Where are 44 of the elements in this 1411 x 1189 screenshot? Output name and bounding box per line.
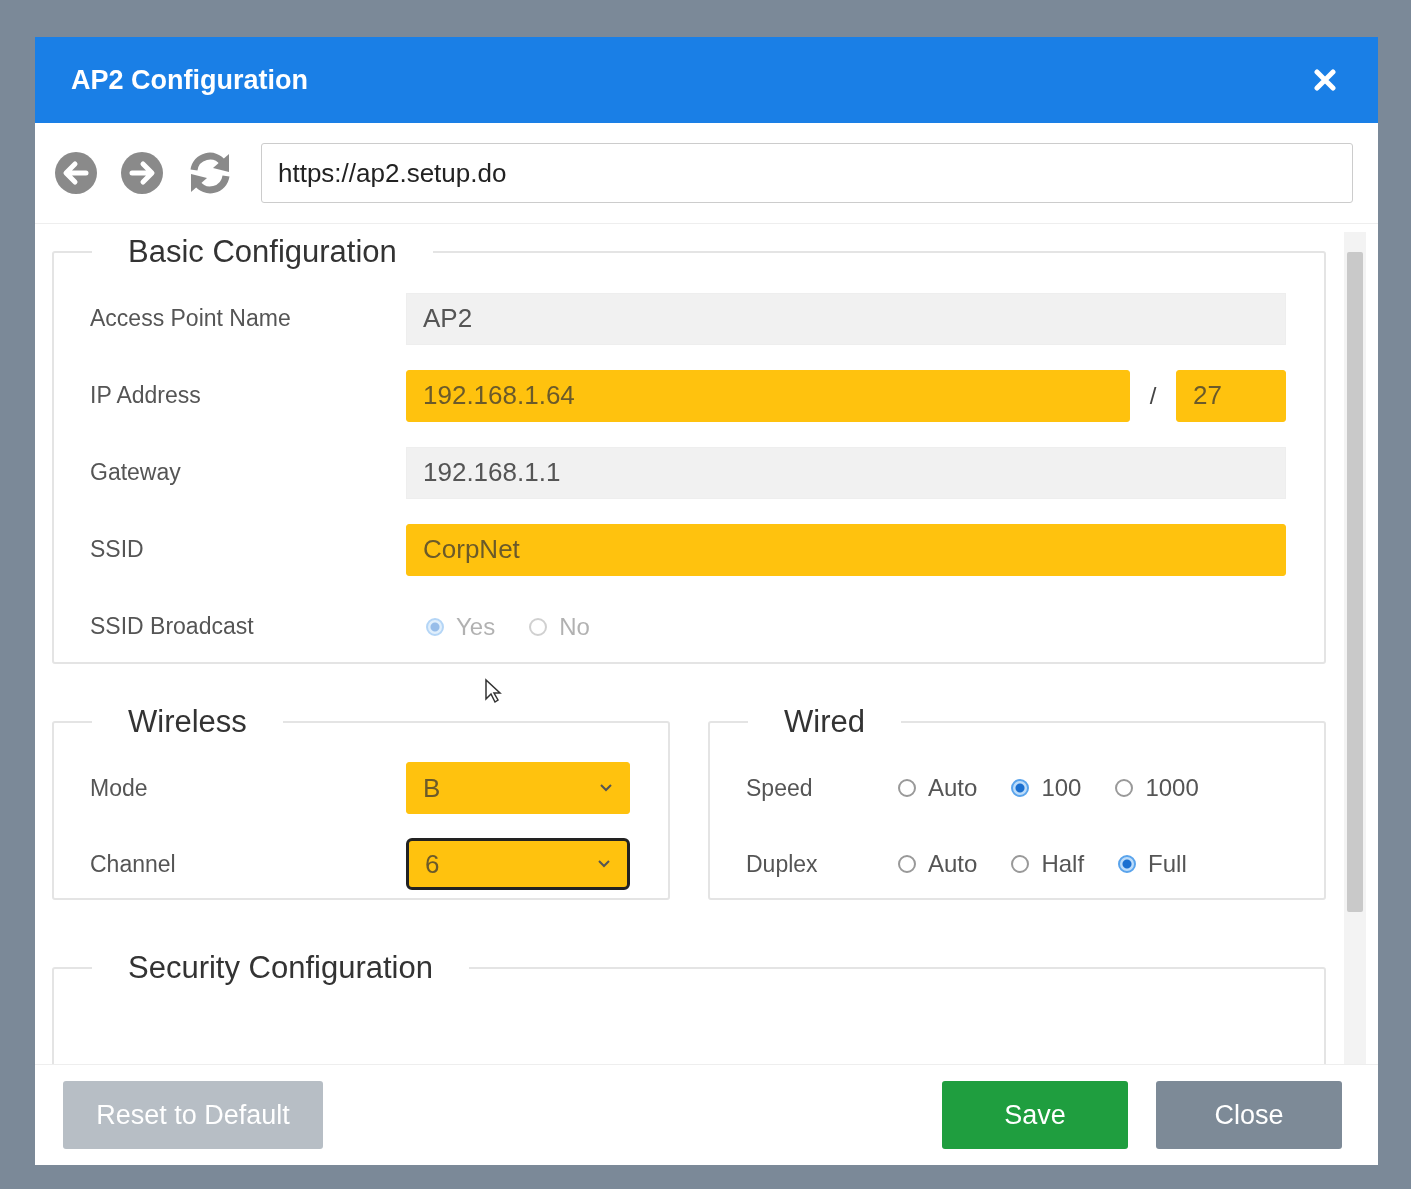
radio-label: Yes bbox=[456, 612, 496, 641]
cursor-icon bbox=[484, 678, 502, 704]
forward-icon[interactable] bbox=[119, 150, 165, 196]
section-title: Basic Configuration bbox=[127, 234, 398, 270]
dialog-button[interactable]: Close bbox=[1156, 1081, 1342, 1149]
radio-label: Auto bbox=[928, 850, 978, 878]
dialog-button[interactable]: Save bbox=[942, 1081, 1128, 1149]
ip-field[interactable]: 192.168.1.64 bbox=[406, 369, 1130, 422]
radio-label: 100 bbox=[1041, 774, 1082, 802]
field-label: SSID Broadcast bbox=[90, 613, 255, 640]
radio-label: Half bbox=[1041, 850, 1085, 878]
radio-button[interactable] bbox=[1011, 855, 1030, 873]
field-label: Channel bbox=[90, 850, 177, 878]
radio-button[interactable] bbox=[1011, 779, 1030, 797]
separator: / bbox=[1148, 381, 1158, 410]
field-label: IP Address bbox=[90, 382, 202, 409]
mask-field[interactable]: 27 bbox=[1176, 369, 1286, 422]
window-title: AP2 Configuration bbox=[71, 64, 308, 96]
field-label: Duplex bbox=[746, 850, 819, 878]
field-label: SSID bbox=[90, 536, 145, 563]
section-title: Security Configuration bbox=[127, 950, 434, 986]
back-icon[interactable] bbox=[53, 150, 99, 196]
radio-button[interactable] bbox=[898, 779, 916, 797]
radio-button[interactable] bbox=[1115, 779, 1134, 797]
address-field[interactable]: https://ap2.setup.do bbox=[261, 143, 1353, 203]
scrollbar[interactable] bbox=[1344, 232, 1366, 1064]
radio-label: 1000 bbox=[1145, 774, 1199, 802]
radio-button[interactable] bbox=[1118, 855, 1137, 873]
radio-button[interactable] bbox=[898, 855, 916, 873]
section-title: Wireless bbox=[127, 704, 248, 740]
field-label: Gateway bbox=[90, 459, 182, 486]
close-icon[interactable] bbox=[1314, 69, 1336, 91]
field-label: Access Point Name bbox=[90, 305, 292, 332]
section-title: Wired bbox=[783, 704, 866, 740]
field-label: Mode bbox=[90, 774, 149, 802]
radio-label: No bbox=[559, 612, 590, 641]
caret-icon bbox=[597, 859, 611, 869]
radio-label: Auto bbox=[928, 774, 978, 802]
caret-icon bbox=[599, 783, 613, 793]
radio-label: Full bbox=[1148, 850, 1187, 878]
field-label: Speed bbox=[746, 774, 814, 802]
text-field[interactable]: CorpNet bbox=[406, 523, 1286, 576]
dropdown[interactable]: 6 bbox=[406, 838, 630, 890]
dropdown[interactable]: B bbox=[406, 762, 630, 814]
